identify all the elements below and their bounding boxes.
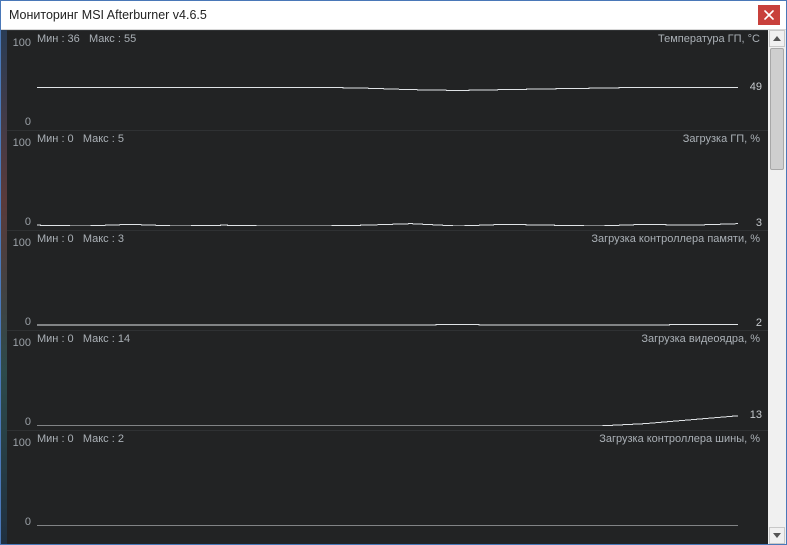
graph-panel-busctl-usage[interactable]: Мин : 0 Макс : 2 Загрузка контроллера шин… [7,430,768,530]
y-axis-max: 100 [13,37,31,49]
graph-panel-video-engine[interactable]: Мин : 0 Макс : 14 Загрузка видеоядра, % 10… [7,330,768,430]
panel-header: Мин : 0 Макс : 2 Загрузка контроллера шин… [37,433,760,445]
window-title: Мониторинг MSI Afterburner v4.6.5 [9,8,758,22]
y-axis-min: 0 [25,516,31,528]
chevron-down-icon [773,533,781,538]
y-axis-max: 100 [13,437,31,449]
graph-panel-gpu-usage[interactable]: Мин : 0 Макс : 5 Загрузка ГП, % 100 0 3 [7,130,768,230]
y-axis-max: 100 [13,337,31,349]
metric-name: Загрузка контроллера памяти, % [591,233,760,245]
minmax-label: Мин : 36 Макс : 55 [37,33,136,45]
client-area: Мин : 36 Макс : 55 Температура ГП, °C 100 0… [1,30,786,544]
graph-panel-gpu-temp[interactable]: Мин : 36 Макс : 55 Температура ГП, °C 100 0… [7,30,768,130]
metric-name: Загрузка контроллера шины, % [599,433,760,445]
scroll-down-button[interactable] [769,527,785,544]
y-axis-max: 100 [13,137,31,149]
current-value: 3 [756,217,762,229]
y-axis-min: 0 [25,316,31,328]
current-value: 2 [756,317,762,329]
panel-header: Мин : 36 Макс : 55 Температура ГП, °C [37,33,760,45]
y-axis-min: 0 [25,116,31,128]
close-icon [764,10,774,20]
y-axis-min: 0 [25,216,31,228]
vertical-scrollbar[interactable] [768,30,786,544]
current-value: 49 [750,81,762,93]
y-axis-max: 100 [13,237,31,249]
y-axis: 100 0 [7,131,35,230]
plot-area [37,347,738,426]
metric-name: Загрузка видеоядра, % [641,333,760,345]
minmax-label: Мин : 0 Макс : 2 [37,433,124,445]
current-value: 13 [750,409,762,421]
y-axis: 100 0 [7,331,35,430]
panel-header: Мин : 0 Макс : 14 Загрузка видеоядра, % [37,333,760,345]
y-axis: 100 0 [7,31,35,130]
monitoring-window: Мониторинг MSI Afterburner v4.6.5 Мин : … [0,0,787,545]
minmax-label: Мин : 0 Макс : 3 [37,233,124,245]
plot-area [37,247,738,326]
y-axis: 100 0 [7,231,35,330]
minmax-label: Мин : 0 Макс : 5 [37,133,124,145]
close-button[interactable] [758,5,780,25]
chevron-up-icon [773,36,781,41]
graphs-viewport[interactable]: Мин : 36 Макс : 55 Температура ГП, °C 100 0… [7,30,768,544]
panel-header: Мин : 0 Макс : 3 Загрузка контроллера пам… [37,233,760,245]
metric-name: Загрузка ГП, % [683,133,760,145]
titlebar[interactable]: Мониторинг MSI Afterburner v4.6.5 [1,1,786,30]
panel-header: Мин : 0 Макс : 5 Загрузка ГП, % [37,133,760,145]
y-axis: 100 0 [7,431,35,530]
y-axis-min: 0 [25,416,31,428]
plot-area [37,47,738,126]
scroll-up-button[interactable] [769,30,785,47]
minmax-label: Мин : 0 Макс : 14 [37,333,130,345]
graph-panel-memctl-usage[interactable]: Мин : 0 Макс : 3 Загрузка контроллера пам… [7,230,768,330]
scroll-thumb[interactable] [770,48,784,170]
plot-area [37,447,738,526]
metric-name: Температура ГП, °C [658,33,760,45]
plot-area [37,147,738,226]
